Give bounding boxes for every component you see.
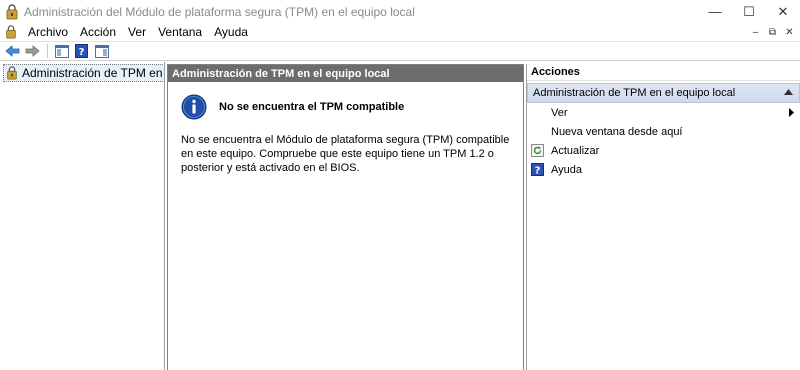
mdi-restore-button[interactable]: ⧉ bbox=[764, 24, 781, 40]
submenu-arrow-icon bbox=[789, 108, 794, 117]
show-hide-action-pane-button[interactable] bbox=[92, 43, 111, 60]
back-button[interactable] bbox=[3, 43, 22, 60]
action-help[interactable]: ? Ayuda bbox=[527, 160, 800, 179]
mdi-close-button[interactable]: ✕ bbox=[781, 24, 798, 40]
toolbar-separator bbox=[47, 44, 48, 58]
actions-pane-header: Acciones bbox=[527, 64, 800, 81]
tpm-app-icon bbox=[6, 3, 18, 19]
mdi-minimize-button[interactable]: – bbox=[747, 24, 764, 40]
menu-archivo[interactable]: Archivo bbox=[22, 25, 74, 39]
actions-section-header[interactable]: Administración de TPM en el equipo local bbox=[527, 83, 800, 103]
show-hide-tree-button[interactable] bbox=[52, 43, 71, 60]
menu-accion[interactable]: Acción bbox=[74, 25, 122, 39]
menu-bar: Archivo Acción Ver Ventana Ayuda – ⧉ ✕ bbox=[0, 23, 800, 41]
action-label: Ayuda bbox=[551, 163, 582, 176]
action-label: Actualizar bbox=[551, 144, 600, 157]
svg-text:?: ? bbox=[535, 166, 541, 177]
show-hide-tree-icon bbox=[54, 44, 69, 58]
refresh-icon bbox=[531, 144, 544, 157]
close-button[interactable]: ✕ bbox=[766, 0, 800, 23]
show-hide-action-pane-icon bbox=[94, 44, 109, 58]
menu-ver[interactable]: Ver bbox=[122, 25, 152, 39]
window-title: Administración del Módulo de plataforma … bbox=[24, 4, 415, 19]
results-pane: Administración de TPM en el equipo local… bbox=[167, 64, 524, 370]
actions-section-label: Administración de TPM en el equipo local bbox=[533, 87, 736, 99]
action-refresh[interactable]: Actualizar bbox=[527, 141, 800, 160]
action-label: Ver bbox=[551, 106, 568, 119]
actions-pane: Acciones Administración de TPM en el equ… bbox=[526, 64, 800, 370]
help-icon: ? bbox=[531, 163, 544, 176]
results-pane-header: Administración de TPM en el equipo local bbox=[168, 65, 523, 82]
tpm-status-message: No se encuentra el TPM compatible bbox=[181, 94, 404, 120]
maximize-button[interactable]: ☐ bbox=[732, 0, 766, 23]
tpm-node-icon bbox=[7, 66, 17, 80]
info-icon bbox=[181, 94, 207, 120]
console-tree-pane: Administración de TPM en el equipo local bbox=[0, 62, 165, 370]
svg-text:?: ? bbox=[79, 47, 85, 58]
status-title: No se encuentra el TPM compatible bbox=[219, 101, 405, 113]
help-icon: ? bbox=[75, 44, 88, 58]
toolbar: ? bbox=[0, 41, 800, 61]
system-menu-icon[interactable] bbox=[4, 25, 18, 39]
action-label: Nueva ventana desde aquí bbox=[551, 125, 683, 138]
forward-icon bbox=[25, 45, 40, 57]
forward-button[interactable] bbox=[23, 43, 42, 60]
help-button[interactable]: ? bbox=[72, 43, 91, 60]
menu-ayuda[interactable]: Ayuda bbox=[208, 25, 254, 39]
window-controls: — ☐ ✕ bbox=[698, 0, 800, 23]
menu-ventana[interactable]: Ventana bbox=[152, 25, 208, 39]
action-new-window[interactable]: Nueva ventana desde aquí bbox=[527, 122, 800, 141]
tree-item-label: Administración de TPM en el equipo local bbox=[22, 66, 164, 80]
mdi-controls: – ⧉ ✕ bbox=[747, 23, 798, 41]
action-ver[interactable]: Ver bbox=[527, 103, 800, 122]
status-description: No se encuentra el Módulo de plataforma … bbox=[181, 134, 510, 174]
back-icon bbox=[5, 45, 20, 57]
tree-item-tpm-local[interactable]: Administración de TPM en el equipo local bbox=[3, 64, 164, 82]
minimize-button[interactable]: — bbox=[698, 0, 732, 23]
collapse-icon[interactable] bbox=[784, 89, 793, 95]
title-bar: Administración del Módulo de plataforma … bbox=[0, 0, 800, 23]
console-content: Administración de TPM en el equipo local… bbox=[0, 62, 800, 370]
